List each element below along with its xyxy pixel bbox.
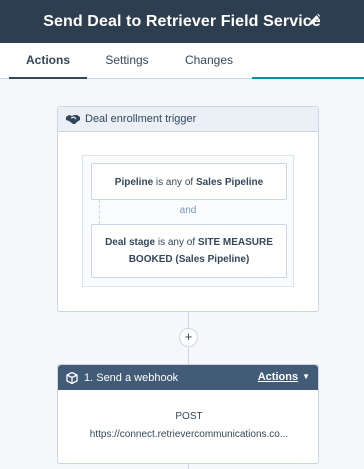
top-header: Send Deal to Retriever Field Service	[0, 0, 364, 43]
condition-operator: is any of	[155, 237, 198, 248]
workflow-title: Send Deal to Retriever Field Service	[43, 12, 321, 30]
add-action-button[interactable]: +	[179, 328, 198, 347]
tab-bar: Actions Settings Changes	[0, 43, 364, 79]
and-joiner: and	[179, 205, 197, 216]
cube-icon	[66, 371, 78, 384]
condition-property: Pipeline	[114, 177, 154, 188]
flow-connector-top	[188, 312, 189, 328]
condition-deal-stage[interactable]: Deal stage is any of SITE MEASURE BOOKED…	[91, 224, 287, 278]
caret-down-icon: ▼	[302, 372, 310, 381]
actions-menu-label: Actions	[257, 371, 299, 383]
condition-operator: is any of	[153, 177, 196, 188]
condition-value: Sales Pipeline	[195, 177, 264, 188]
trigger-title: Deal enrollment trigger	[85, 113, 197, 125]
actions-menu-link[interactable]: Actions ▼	[258, 371, 310, 383]
handshake-icon	[66, 115, 80, 124]
webhook-action-card[interactable]: 1. Send a webhook Actions ▼ POST https://…	[57, 364, 319, 464]
enrollment-trigger-card[interactable]: Deal enrollment trigger Pipeline is any …	[57, 106, 319, 312]
flow-connector-end	[188, 464, 189, 469]
action-title: 1. Send a webhook	[84, 371, 179, 384]
tab-changes[interactable]: Changes	[168, 43, 250, 79]
condition-property: Deal stage	[105, 237, 156, 248]
trigger-card-header: Deal enrollment trigger	[58, 107, 318, 132]
webhook-url: https://connect.retrievercommunications.…	[89, 429, 289, 440]
tab-settings[interactable]: Settings	[96, 43, 158, 79]
flow-connector-bottom	[188, 347, 189, 364]
action-card-header: 1. Send a webhook Actions ▼	[58, 365, 318, 390]
condition-pipeline[interactable]: Pipeline is any of Sales Pipeline	[91, 163, 287, 200]
tab-actions[interactable]: Actions	[9, 43, 87, 79]
pencil-icon[interactable]	[307, 13, 321, 27]
tab-bar-accent-line	[252, 77, 364, 79]
trigger-conditions-box: Pipeline is any of Sales Pipeline and De…	[82, 155, 294, 287]
webhook-method: POST	[175, 411, 203, 422]
